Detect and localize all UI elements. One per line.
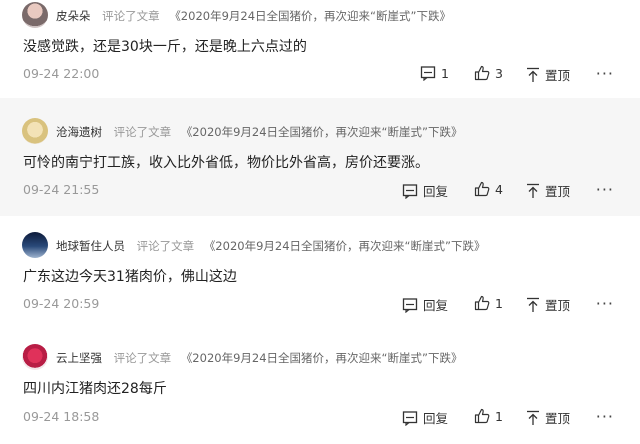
avatar[interactable] [22,2,48,28]
pin-label: 置顶 [545,68,571,83]
reply-label: 回复 [423,184,449,199]
username[interactable]: 沧海遗树 [56,125,102,139]
thumbs-up-icon [474,408,490,424]
pin-button[interactable]: 置顶 [526,65,570,84]
more-icon[interactable]: ··· [596,407,614,426]
action-text: 评论了文章 [136,239,195,253]
reply-button[interactable]: 回复 [402,295,448,314]
comment-text: 四川内江猪肉还28每斤 [23,381,167,397]
reply-label: 回复 [423,298,449,313]
pin-label: 置顶 [545,184,571,199]
comment-item: 云上坚强 评论了文章 《2020年9月24日全国猪价，再次迎来“断崖式”下跌》 … [0,332,640,444]
comment-header: 沧海遗树 评论了文章 《2020年9月24日全国猪价，再次迎来“断崖式”下跌》 [56,124,462,140]
username[interactable]: 云上坚强 [56,351,102,365]
like-button[interactable]: 1 [474,295,503,311]
article-link[interactable]: 《2020年9月24日全国猪价，再次迎来“断崖式”下跌》 [204,239,486,253]
pin-top-icon [526,183,540,199]
reply-button[interactable]: 回复 [402,408,448,427]
comment-header: 地球暂住人员 评论了文章 《2020年9月24日全国猪价，再次迎来“断崖式”下跌… [56,238,485,254]
pin-button[interactable]: 置顶 [526,408,570,427]
username[interactable]: 皮朵朵 [56,9,91,23]
comment-text: 没感觉跌，还是30块一斤，还是晚上六点过的 [23,39,307,55]
avatar[interactable] [22,344,48,370]
reply-count: 1 [441,65,449,81]
article-link[interactable]: 《2020年9月24日全国猪价，再次迎来“断崖式”下跌》 [181,125,463,139]
avatar[interactable] [22,118,48,144]
article-link[interactable]: 《2020年9月24日全国猪价，再次迎来“断崖式”下跌》 [181,351,463,365]
pin-button[interactable]: 置顶 [526,295,570,314]
comment-header: 皮朵朵 评论了文章 《2020年9月24日全国猪价，再次迎来“断崖式”下跌》 [56,8,451,24]
comment-header: 云上坚强 评论了文章 《2020年9月24日全国猪价，再次迎来“断崖式”下跌》 [56,350,462,366]
like-count: 3 [495,65,503,81]
pin-button[interactable]: 置顶 [526,181,570,200]
timestamp: 09-24 22:00 [23,66,100,81]
more-icon[interactable]: ··· [596,294,614,313]
reply-label: 回复 [423,411,449,426]
article-link[interactable]: 《2020年9月24日全国猪价，再次迎来“断崖式”下跌》 [169,9,451,23]
thumbs-up-icon [474,295,490,311]
comment-item: 皮朵朵 评论了文章 《2020年9月24日全国猪价，再次迎来“断崖式”下跌》 没… [0,0,640,98]
action-text: 评论了文章 [113,351,172,365]
comment-icon [402,297,418,313]
pin-top-icon [526,297,540,313]
comment-icon [402,410,418,426]
comment-text: 广东这边今天31猪肉价，佛山这边 [23,269,237,285]
like-count: 4 [495,181,503,197]
more-icon[interactable]: ··· [596,64,614,83]
like-count: 1 [495,295,503,311]
like-button[interactable]: 1 [474,408,503,424]
pin-top-icon [526,410,540,426]
action-text: 评论了文章 [113,125,172,139]
timestamp: 09-24 18:58 [23,409,100,424]
action-text: 评论了文章 [102,9,160,23]
pin-label: 置顶 [545,411,571,426]
username[interactable]: 地球暂住人员 [56,239,125,253]
timestamp: 09-24 20:59 [23,296,100,311]
avatar[interactable] [22,232,48,258]
pin-top-icon [526,67,540,83]
comment-icon [420,65,436,81]
comment-icon [402,183,418,199]
pin-label: 置顶 [545,298,571,313]
timestamp: 09-24 21:55 [23,182,100,197]
thumbs-up-icon [474,181,490,197]
like-button[interactable]: 4 [474,181,503,197]
like-count: 1 [495,408,503,424]
comment-item: 沧海遗树 评论了文章 《2020年9月24日全国猪价，再次迎来“断崖式”下跌》 … [0,98,640,216]
reply-button[interactable]: 1 [420,65,449,81]
more-icon[interactable]: ··· [596,180,614,199]
comment-item: 地球暂住人员 评论了文章 《2020年9月24日全国猪价，再次迎来“断崖式”下跌… [0,216,640,332]
like-button[interactable]: 3 [474,65,503,81]
comment-text: 可怜的南宁打工族，收入比外省低，物价比外省高，房价还要涨。 [23,155,429,171]
reply-button[interactable]: 回复 [402,181,448,200]
thumbs-up-icon [474,65,490,81]
